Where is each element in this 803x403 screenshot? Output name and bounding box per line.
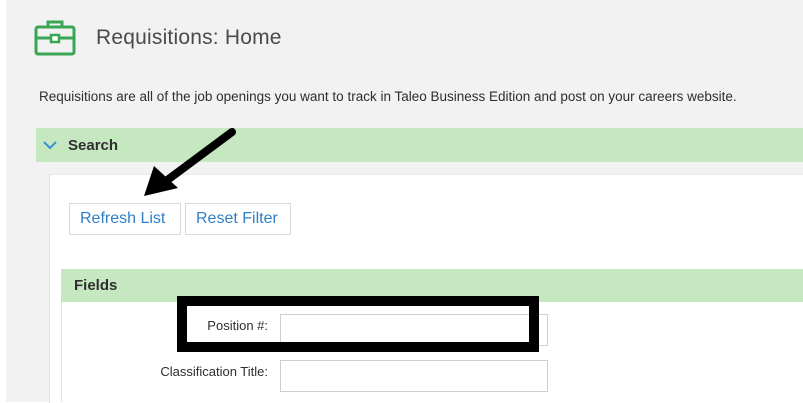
search-section-header[interactable]: Search bbox=[36, 128, 803, 162]
refresh-list-button[interactable]: Refresh List bbox=[69, 203, 181, 235]
classification-title-label: Classification Title: bbox=[160, 364, 268, 379]
page-header: Requisitions: Home bbox=[30, 12, 790, 64]
page-title: Requisitions: Home bbox=[96, 26, 282, 49]
reset-filter-button[interactable]: Reset Filter bbox=[185, 203, 291, 235]
position-number-input[interactable] bbox=[280, 314, 548, 346]
fields-section-label: Fields bbox=[74, 277, 118, 294]
search-section-label: Search bbox=[68, 136, 119, 154]
classification-title-input[interactable] bbox=[280, 360, 548, 392]
page-left-strip bbox=[0, 0, 6, 402]
chevron-down-icon bbox=[43, 141, 57, 150]
fields-section-header: Fields bbox=[61, 269, 803, 302]
page-description: Requisitions are all of the job openings… bbox=[39, 89, 737, 104]
briefcase-icon bbox=[34, 20, 76, 56]
position-number-label: Position #: bbox=[207, 318, 268, 333]
